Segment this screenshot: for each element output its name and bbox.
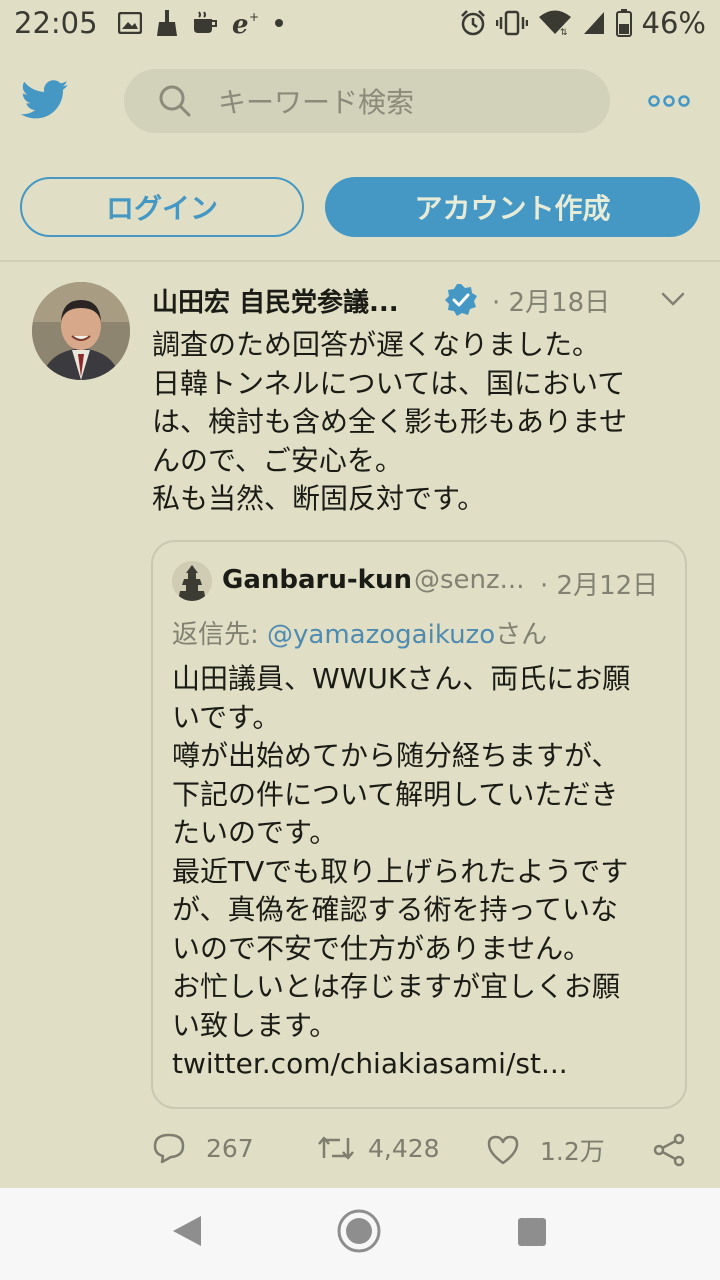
quoted-author-avatar: [172, 561, 212, 601]
quoted-tweet-text: 山田議員、WWUKさん、両氏にお願 いです。 噂が出始めてから随分経ちますが、 …: [172, 660, 672, 1084]
retweet-icon: [318, 1136, 354, 1160]
tweet-text: 調査のため回答が遅くなりました。 日韓トンネルについては、国において は、検討も…: [152, 326, 682, 519]
cup-icon: [194, 11, 217, 33]
quoted-tweet-date: · 2月12日: [540, 571, 659, 601]
share-icon[interactable]: [652, 1133, 686, 1167]
dot-icon: [275, 19, 283, 27]
quoted-text-line: 最近TVでも取り上げられたようです: [172, 854, 629, 888]
reply-to-prefix: 返信先:: [172, 620, 268, 650]
battery-icon: [615, 9, 632, 37]
quoted-text-line: たいのです。: [172, 816, 338, 849]
battery-percent: 46%: [641, 6, 706, 40]
svg-text:e: e: [232, 11, 249, 35]
wifi-icon: ⇅: [538, 10, 571, 36]
verified-badge-icon: [445, 284, 477, 316]
like-count: 1.2万: [540, 1137, 605, 1166]
tweet-text-line: 日韓トンネルについては、国において: [152, 366, 626, 400]
quoted-text-line: お忙しいとは存じますが宜しくお願: [172, 970, 621, 1003]
vibrate-icon: [495, 10, 528, 36]
header-divider: [0, 260, 720, 262]
reply-count: 267: [206, 1133, 254, 1163]
like-action[interactable]: 1.2万: [486, 1132, 605, 1168]
svg-text:⇅: ⇅: [560, 28, 568, 36]
signal-icon: [583, 12, 604, 34]
reply-to-mention[interactable]: @yamazogaikuzo: [267, 620, 495, 650]
reply-icon: [153, 1133, 185, 1164]
login-button[interactable]: ログイン: [20, 177, 304, 237]
tweet-text-line: んので、ご安心を。: [152, 443, 403, 477]
quoted-text-line: 噂が出始めてから随分経ちますが、: [172, 739, 620, 772]
search-placeholder: キーワード検索: [218, 86, 415, 119]
quoted-author-name: Ganbaru-kun: [222, 565, 412, 595]
tweet-text-line: は、検討も含め全く影も形もありませ: [152, 405, 628, 438]
status-right: ⇅ 46%: [460, 6, 706, 40]
retweet-count: 4,428: [368, 1133, 440, 1163]
broom-icon: [157, 10, 177, 36]
status-time: 22:05: [14, 6, 98, 40]
signup-button[interactable]: アカウント作成: [325, 177, 700, 237]
reply-action[interactable]: 267: [152, 1132, 254, 1164]
author-avatar[interactable]: [32, 282, 130, 380]
quoted-text-line: いです。: [172, 700, 281, 734]
e-plus-icon: e +: [232, 11, 259, 35]
tweet-date: · 2月18日: [492, 288, 611, 318]
quoted-link[interactable]: twitter.com/chiakiasami/st...: [172, 1045, 672, 1084]
tweet-text-line: 調査のため回答が遅くなりました。: [152, 328, 601, 361]
quoted-text-line: が、真偽を確認する術を持っていな: [172, 893, 619, 926]
status-notification-icons: e +: [118, 10, 284, 36]
retweet-action[interactable]: 4,428: [316, 1132, 440, 1164]
back-icon[interactable]: [171, 1214, 203, 1248]
reply-to-suffix: さん: [495, 620, 548, 650]
alarm-icon: [460, 10, 485, 36]
image-icon: [118, 12, 142, 34]
reply-to-line: 返信先: @yamazogaikuzoさん: [172, 614, 547, 651]
search-icon: [159, 85, 191, 117]
heart-icon: [487, 1135, 519, 1165]
twitter-logo-icon[interactable]: [21, 80, 69, 120]
quoted-text-line: いので不安で仕方がありません。: [172, 931, 592, 965]
quoted-text-line: い致します。: [172, 1008, 338, 1042]
search-input[interactable]: キーワード検索: [124, 69, 610, 133]
chevron-down-icon[interactable]: [660, 290, 686, 308]
recents-icon[interactable]: [517, 1217, 547, 1247]
quoted-text-line: 下記の件について解明していただき: [172, 777, 619, 811]
more-options-icon[interactable]: [648, 94, 690, 108]
svg-text:+: +: [249, 11, 259, 24]
tweet-text-line: 私も当然、断固反対です。: [152, 482, 486, 515]
home-icon[interactable]: [336, 1208, 382, 1254]
quoted-author-handle: @senz...: [414, 565, 525, 595]
author-name[interactable]: 山田宏 自民党参議...: [152, 282, 399, 319]
quoted-text-line: 山田議員、WWUKさん、両氏にお願: [172, 662, 631, 695]
